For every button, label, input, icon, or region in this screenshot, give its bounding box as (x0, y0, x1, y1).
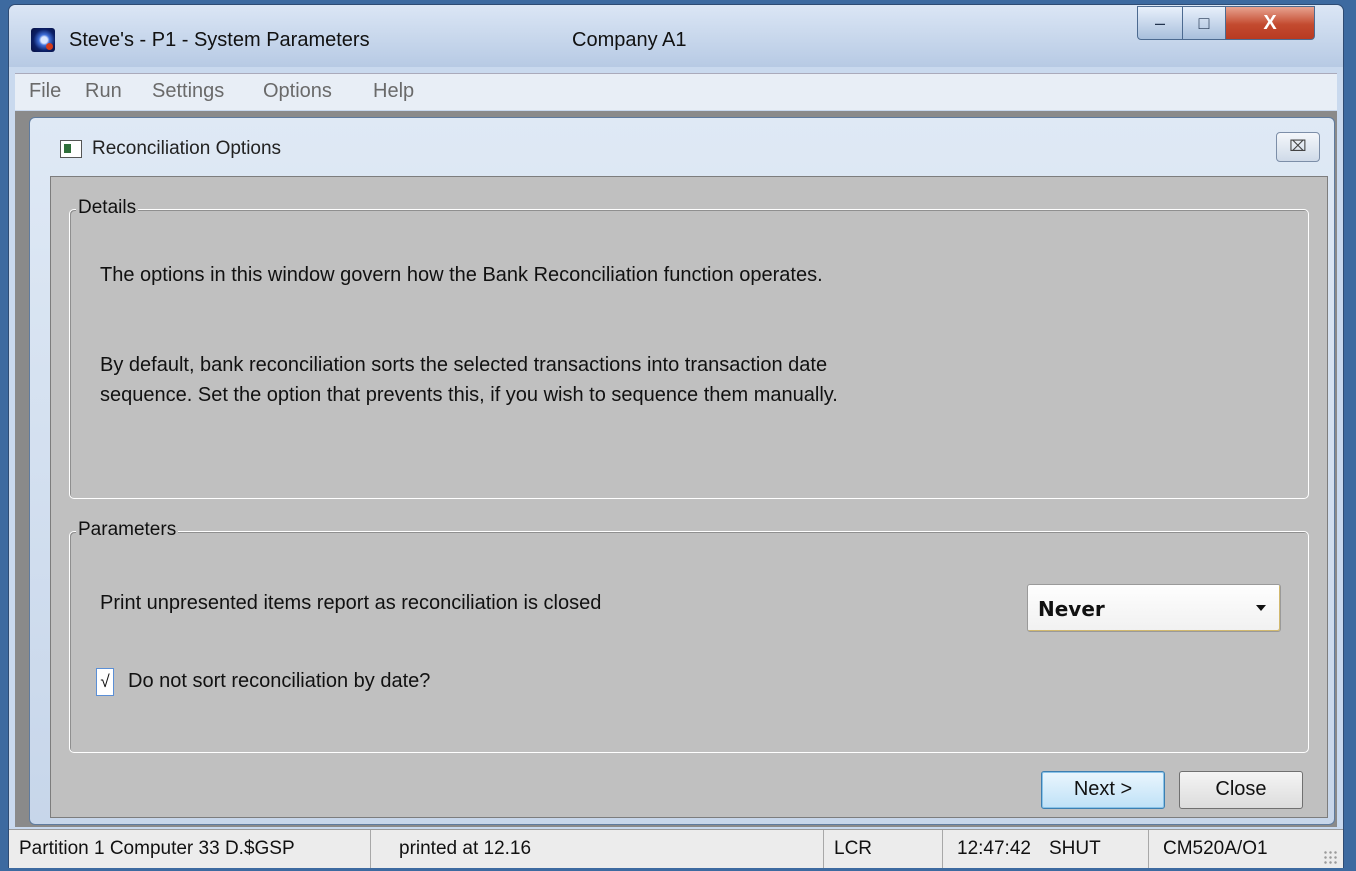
status-state: SHUT (1039, 830, 1149, 868)
details-paragraph-1: The options in this window govern how th… (100, 264, 823, 286)
parameters-legend: Parameters (76, 519, 179, 541)
app-icon[interactable] (31, 28, 55, 52)
mdi-area: Reconciliation Options ⌧ Details The opt… (15, 111, 1337, 827)
dialog-title: Reconciliation Options (92, 138, 282, 159)
print-report-value: Never (1038, 597, 1105, 621)
status-mode: LCR (823, 830, 943, 868)
menu-help[interactable]: Help (373, 80, 414, 103)
status-printed: printed at 12.16 (399, 838, 532, 859)
status-time: 12:47:42 (957, 838, 1031, 859)
company-name: Company A1 (572, 29, 687, 51)
menu-file[interactable]: File (29, 80, 61, 103)
parameters-group: Parameters Print unpresented items repor… (69, 519, 1309, 753)
details-group: Details The options in this window gover… (69, 197, 1309, 499)
menu-run[interactable]: Run (85, 80, 122, 103)
print-report-select[interactable]: Never (1027, 584, 1281, 632)
next-button[interactable]: Next > (1041, 771, 1165, 809)
dialog-body: Details The options in this window gover… (50, 176, 1328, 818)
close-button[interactable]: Close (1179, 771, 1303, 809)
details-paragraph-2: By default, bank reconciliation sorts th… (100, 354, 838, 406)
menu-settings[interactable]: Settings (152, 80, 224, 103)
status-bar: Partition 1 Computer 33 D.$GSP printed a… (9, 829, 1343, 868)
reconciliation-options-dialog: Reconciliation Options ⌧ Details The opt… (29, 117, 1335, 825)
title-bar[interactable]: Steve's - P1 - System Parameters Company… (9, 5, 1343, 67)
details-legend: Details (76, 197, 139, 219)
sort-by-date-label[interactable]: Do not sort reconciliation by date? (128, 670, 430, 693)
dialog-close-button[interactable]: ⌧ (1276, 132, 1320, 162)
sort-by-date-checkbox[interactable]: √ (96, 668, 114, 696)
minimize-button[interactable]: – (1137, 6, 1183, 40)
resize-grip-icon[interactable] (1323, 850, 1337, 864)
app-window: Steve's - P1 - System Parameters Company… (8, 4, 1344, 868)
close-window-button[interactable]: X (1225, 6, 1315, 40)
menu-bar: File Run Settings Options Help (15, 73, 1337, 110)
maximize-button[interactable]: □ (1182, 6, 1226, 40)
status-partition: Partition 1 Computer 33 D.$GSP (9, 830, 371, 868)
menu-options[interactable]: Options (263, 80, 332, 103)
status-program: CM520A/O1 (1163, 838, 1268, 859)
dropdown-arrow-icon[interactable] (1256, 605, 1266, 611)
print-report-label: Print unpresented items report as reconc… (100, 592, 602, 614)
form-icon (60, 140, 82, 158)
window-title: Steve's - P1 - System Parameters (69, 29, 370, 51)
